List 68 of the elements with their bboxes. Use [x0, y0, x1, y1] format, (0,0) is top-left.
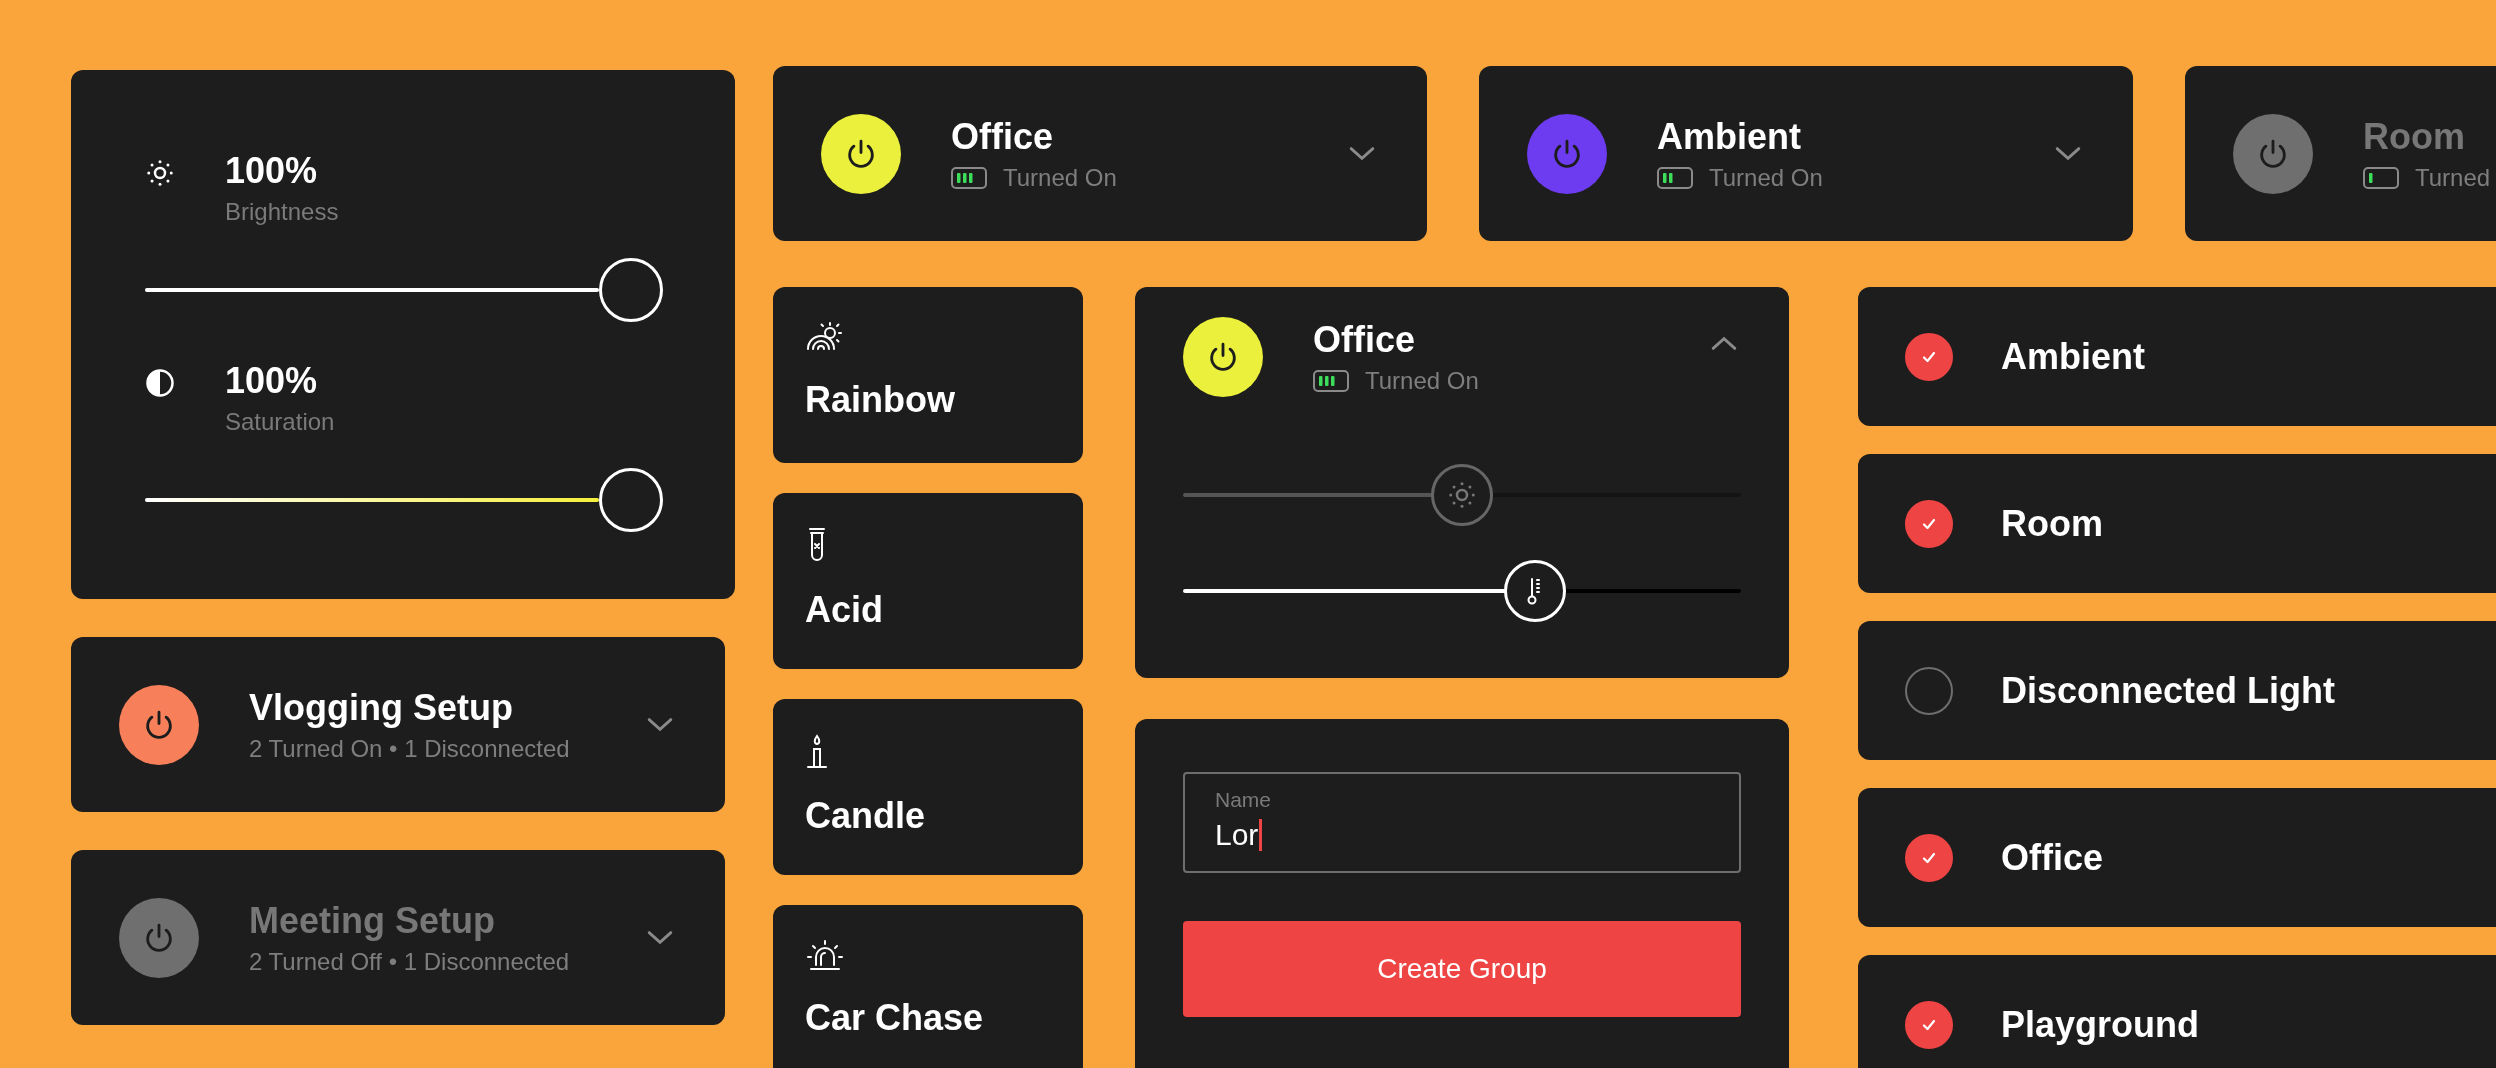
text-cursor: [1259, 819, 1263, 851]
chevron-down-icon[interactable]: [647, 929, 673, 946]
light-list-item[interactable]: Office: [1858, 788, 2496, 927]
group-name: Vlogging Setup: [249, 686, 514, 729]
light-status: Turned On: [1365, 367, 1479, 395]
light-name: Ambient: [1657, 115, 1802, 158]
light-name: Playground: [2001, 1003, 2200, 1046]
light-name: Disconnected Light: [2001, 669, 2336, 712]
light-name: Office: [1313, 319, 1417, 361]
checkbox[interactable]: [1905, 332, 1953, 381]
chevron-down-icon[interactable]: [647, 716, 673, 733]
field-label: Name: [1215, 788, 1273, 812]
light-name: Ambient: [2001, 335, 2145, 378]
scene-name: Rainbow: [805, 379, 955, 421]
chevron-up-icon[interactable]: [1711, 335, 1737, 351]
group-card[interactable]: Meeting Setup 2 Turned Off • 1 Disconnected: [71, 850, 725, 1025]
light-card[interactable]: Room Turned: [2185, 66, 2496, 241]
scene-card[interactable]: Acid: [773, 493, 1083, 669]
light-name: Office: [2001, 836, 2104, 879]
contrast-icon: [145, 368, 175, 398]
light-name: Room: [2001, 502, 2103, 545]
sun-icon: [145, 158, 175, 188]
group-status: 2 Turned Off • 1 Disconnected: [249, 947, 571, 976]
scene-card[interactable]: Candle: [773, 699, 1083, 875]
siren-icon: [805, 939, 845, 971]
group-name: Meeting Setup: [249, 899, 496, 942]
field-value: Lor: [1215, 818, 1259, 852]
rainbow-sun-icon: [805, 321, 845, 353]
group-card[interactable]: Vlogging Setup 2 Turned On • 1 Disconnected: [71, 637, 725, 812]
light-card[interactable]: Ambient Turned On: [1479, 66, 2133, 241]
create-group-button[interactable]: Create Group: [1183, 921, 1741, 1017]
light-status: Turned: [2415, 163, 2491, 192]
light-name: Office: [951, 115, 1055, 158]
scene-card[interactable]: Car Chase: [773, 905, 1083, 1068]
value-text: 100%: [225, 150, 319, 192]
light-list-item[interactable]: Disconnected Light: [1858, 621, 2496, 760]
scene-name: Candle: [805, 795, 926, 837]
light-card[interactable]: Office Turned On: [773, 66, 1427, 241]
group-status: 2 Turned On • 1 Disconnected: [249, 734, 571, 763]
light-list-item[interactable]: Playground: [1858, 955, 2496, 1068]
light-status: Turned On: [1709, 163, 1823, 192]
checkbox[interactable]: [1905, 1000, 1953, 1049]
chevron-down-icon[interactable]: [1349, 145, 1375, 162]
checkbox[interactable]: [1905, 666, 1953, 715]
value-text: 100%: [225, 360, 319, 402]
light-name: Room: [2363, 115, 2466, 158]
scene-card[interactable]: Rainbow: [773, 287, 1083, 463]
candle-icon: [805, 733, 829, 769]
battery-icon: [1313, 370, 1349, 392]
battery-icon: [951, 166, 987, 189]
checkbox[interactable]: [1905, 499, 1953, 548]
name-input-field[interactable]: Name Lor: [1183, 772, 1741, 873]
slider-label: Brightness: [225, 198, 339, 226]
battery-icon: [2363, 166, 2399, 189]
battery-icon: [1657, 166, 1693, 189]
slider-track[interactable]: [145, 468, 663, 532]
checkbox[interactable]: [1905, 833, 1953, 882]
chevron-down-icon[interactable]: [2055, 145, 2081, 162]
light-list-item[interactable]: Room: [1858, 454, 2496, 593]
light-status: Turned On: [1003, 163, 1117, 192]
light-list-item[interactable]: Ambient: [1858, 287, 2496, 426]
slider-track[interactable]: [1183, 464, 1741, 526]
scene-name: Car Chase: [805, 997, 984, 1039]
slider-track[interactable]: [145, 258, 663, 322]
slider-label: Saturation: [225, 408, 335, 436]
slider-track[interactable]: [1183, 560, 1741, 622]
scene-name: Acid: [805, 589, 883, 631]
sun-icon: [1447, 480, 1477, 510]
